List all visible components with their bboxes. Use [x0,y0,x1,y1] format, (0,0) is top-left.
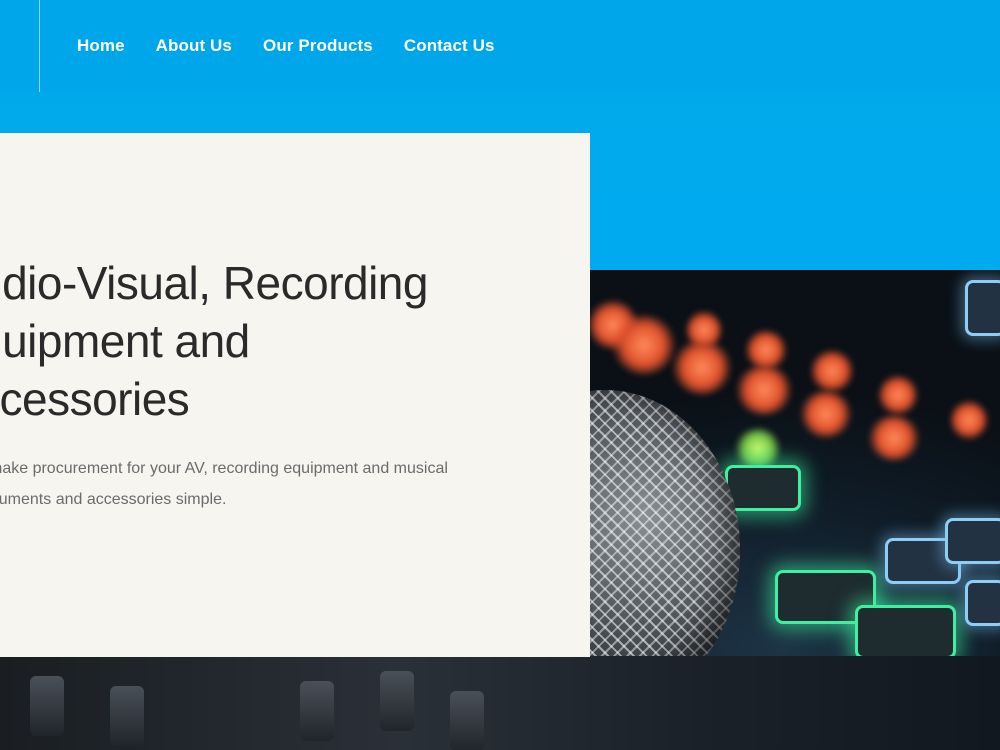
mixer-fader-5 [450,691,484,750]
hero-title-line-2: quipment and [0,315,250,367]
hero-title: udio-Visual, Recording quipment and cces… [0,254,537,428]
hero-title-line-1: udio-Visual, Recording [0,257,428,309]
mixer-knob-red-10 [878,375,918,415]
nav-link-contact-us[interactable]: Contact Us [404,36,495,56]
mixer-knob-green [735,428,781,470]
hero-subtitle: make procurement for your AV, recording … [0,453,509,515]
nav-link-our-products[interactable]: Our Products [263,36,373,56]
mixer-knob-red-2 [612,315,676,375]
main-nav: Home About Us Our Products Contact Us [77,36,495,56]
mixer-pad-green-1 [725,465,801,511]
mixer-pad-blue-5 [965,280,1000,336]
mixer-fader-1 [30,676,64,736]
mixer-knob-red-7 [800,390,852,438]
mixer-pad-blue-3 [965,580,1000,626]
hero-subtitle-line-1: make procurement for your AV, recording … [0,460,448,477]
mixer-knob-red-4 [686,310,722,350]
page: Home About Us Our Products Contact Us ud… [0,0,1000,750]
mixer-pad-blue-2 [945,518,1000,564]
mixer-knob-red-11 [950,400,988,440]
mixer-pad-green-3 [855,605,956,659]
nav-link-home[interactable]: Home [77,36,125,56]
nav-divider [39,0,40,92]
hero-title-line-3: ccessories [0,373,190,425]
mixer-knob-red-9 [868,415,920,461]
mixer-knob-red-6 [745,330,787,370]
mixer-knob-red-5 [735,365,793,415]
hero-card: udio-Visual, Recording quipment and cces… [0,133,590,657]
mixer-bottom-strip [0,656,1000,750]
mixer-knob-red-8 [810,350,854,392]
top-navbar: Home About Us Our Products Contact Us [0,0,1000,92]
hero-subtitle-line-2: truments and accessories simple. [0,491,227,508]
mixer-fader-4 [380,671,414,731]
mixer-fader-3 [300,681,334,741]
mixer-fader-2 [110,686,144,746]
nav-link-about-us[interactable]: About Us [156,36,232,56]
